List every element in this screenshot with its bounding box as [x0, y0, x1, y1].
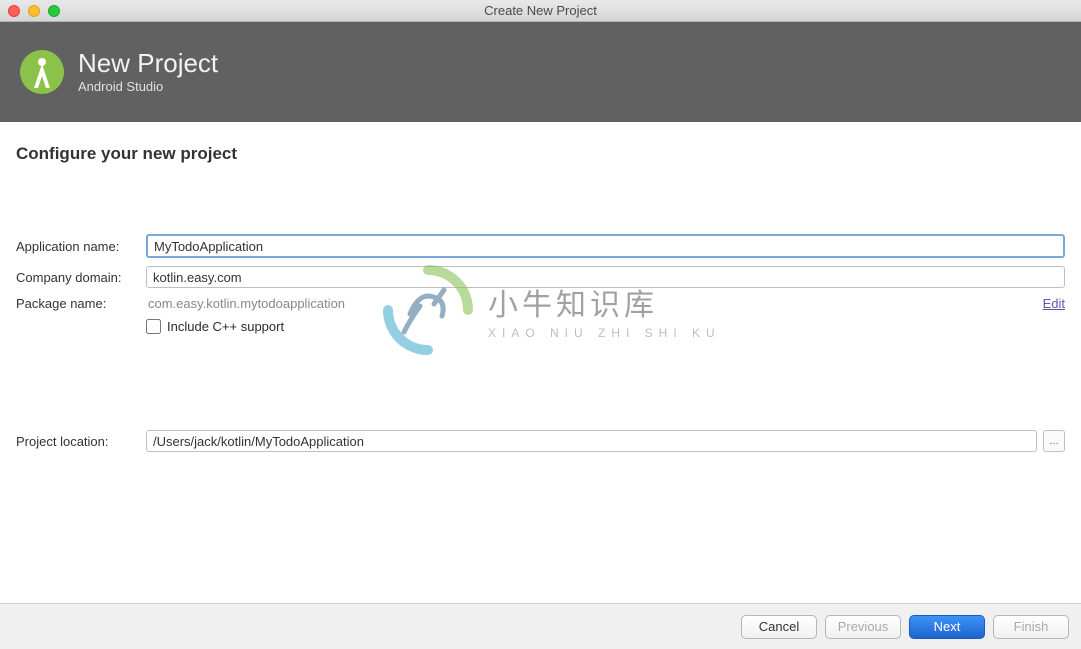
- android-studio-logo-icon: [18, 48, 66, 96]
- finish-button[interactable]: Finish: [993, 615, 1069, 639]
- cpp-support-label: Include C++ support: [167, 319, 284, 334]
- next-button[interactable]: Next: [909, 615, 985, 639]
- wizard-subtitle: Android Studio: [78, 79, 218, 94]
- close-window-icon[interactable]: [8, 5, 20, 17]
- maximize-window-icon[interactable]: [48, 5, 60, 17]
- project-location-input[interactable]: [146, 430, 1037, 452]
- row-cpp-support: Include C++ support: [146, 319, 1065, 334]
- label-project-location: Project location:: [16, 434, 146, 449]
- label-package-name: Package name:: [16, 296, 146, 311]
- application-name-input[interactable]: [146, 234, 1065, 258]
- wizard-title: New Project: [78, 50, 218, 77]
- traffic-lights: [8, 5, 60, 17]
- package-name-value: com.easy.kotlin.mytodoapplication: [146, 296, 1035, 311]
- browse-location-button[interactable]: …: [1043, 430, 1065, 452]
- window-title: Create New Project: [484, 3, 597, 18]
- wizard-content: Configure your new project Application n…: [0, 122, 1081, 603]
- section-title: Configure your new project: [16, 144, 1065, 164]
- row-application-name: Application name:: [16, 234, 1065, 258]
- minimize-window-icon[interactable]: [28, 5, 40, 17]
- cpp-support-checkbox[interactable]: [146, 319, 161, 334]
- previous-button[interactable]: Previous: [825, 615, 901, 639]
- row-project-location: Project location: …: [16, 430, 1065, 452]
- wizard-header: New Project Android Studio: [0, 22, 1081, 122]
- window-titlebar: Create New Project: [0, 0, 1081, 22]
- edit-package-link[interactable]: Edit: [1043, 296, 1065, 311]
- wizard-footer: Cancel Previous Next Finish: [0, 603, 1081, 649]
- row-package-name: Package name: com.easy.kotlin.mytodoappl…: [16, 296, 1065, 311]
- row-company-domain: Company domain:: [16, 266, 1065, 288]
- cancel-button[interactable]: Cancel: [741, 615, 817, 639]
- company-domain-input[interactable]: [146, 266, 1065, 288]
- label-company-domain: Company domain:: [16, 270, 146, 285]
- label-application-name: Application name:: [16, 239, 146, 254]
